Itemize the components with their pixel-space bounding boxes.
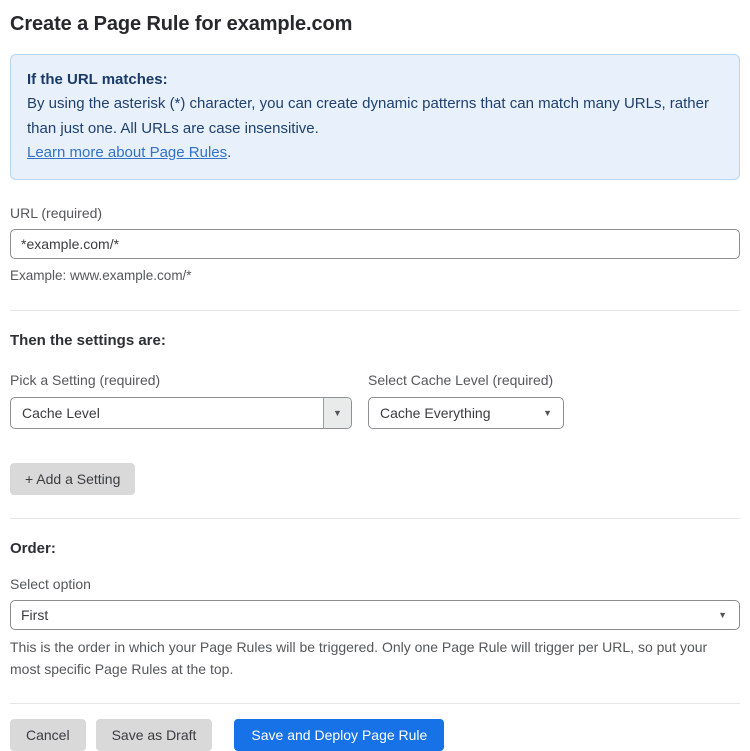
url-match-info-box: If the URL matches: By using the asteris… — [10, 54, 740, 181]
url-label: URL (required) — [10, 205, 103, 222]
pick-setting-label: Pick a Setting (required) — [10, 372, 161, 389]
caret-down-icon: ▼ — [543, 408, 552, 419]
order-select-label: Select option — [10, 576, 91, 593]
divider — [10, 703, 740, 705]
pick-setting-group: Pick a Setting (required) Cache Level ▼ — [10, 372, 352, 430]
cache-level-label: Select Cache Level (required) — [368, 372, 554, 389]
cancel-button[interactable]: Cancel — [10, 719, 86, 751]
learn-more-link[interactable]: Learn more about Page Rules — [27, 144, 227, 161]
order-select[interactable]: First ▼ — [10, 600, 740, 631]
cache-level-group: Select Cache Level (required) Cache Ever… — [368, 372, 564, 430]
settings-heading: Then the settings are: — [10, 332, 166, 350]
url-example-hint: Example: www.example.com/* — [10, 268, 192, 284]
pick-setting-value: Cache Level — [22, 405, 100, 422]
info-box-body: By using the asterisk (*) character, you… — [27, 95, 709, 137]
add-setting-button[interactable]: + Add a Setting — [10, 463, 136, 496]
caret-down-icon: ▼ — [718, 610, 727, 621]
info-box-link-row: Learn more about Page Rules. — [27, 141, 723, 165]
order-heading: Order: — [10, 540, 56, 558]
action-buttons: Cancel Save as Draft Save and Deploy Pag… — [10, 719, 740, 751]
cache-level-value: Cache Everything — [380, 405, 491, 422]
order-hint: This is the order in which your Page Rul… — [10, 639, 708, 677]
divider — [10, 518, 740, 520]
create-page-rule-panel: Create a Page Rule for example.com If th… — [0, 0, 750, 751]
save-as-draft-button[interactable]: Save as Draft — [95, 719, 213, 751]
link-suffix: . — [227, 143, 232, 161]
cache-level-select[interactable]: Cache Everything ▼ — [368, 397, 564, 430]
url-input[interactable] — [10, 229, 740, 260]
order-select-value: First — [21, 607, 49, 624]
page-title: Create a Page Rule for example.com — [10, 13, 353, 35]
settings-row: Pick a Setting (required) Cache Level ▼ … — [10, 372, 740, 430]
pick-setting-select[interactable]: Cache Level ▼ — [10, 397, 352, 430]
divider — [10, 310, 740, 312]
save-and-deploy-button[interactable]: Save and Deploy Page Rule — [234, 719, 445, 751]
caret-down-icon[interactable]: ▼ — [323, 398, 351, 429]
url-field-group: URL (required) Example: www.example.com/… — [10, 205, 740, 287]
info-box-heading: If the URL matches: — [27, 71, 168, 88]
